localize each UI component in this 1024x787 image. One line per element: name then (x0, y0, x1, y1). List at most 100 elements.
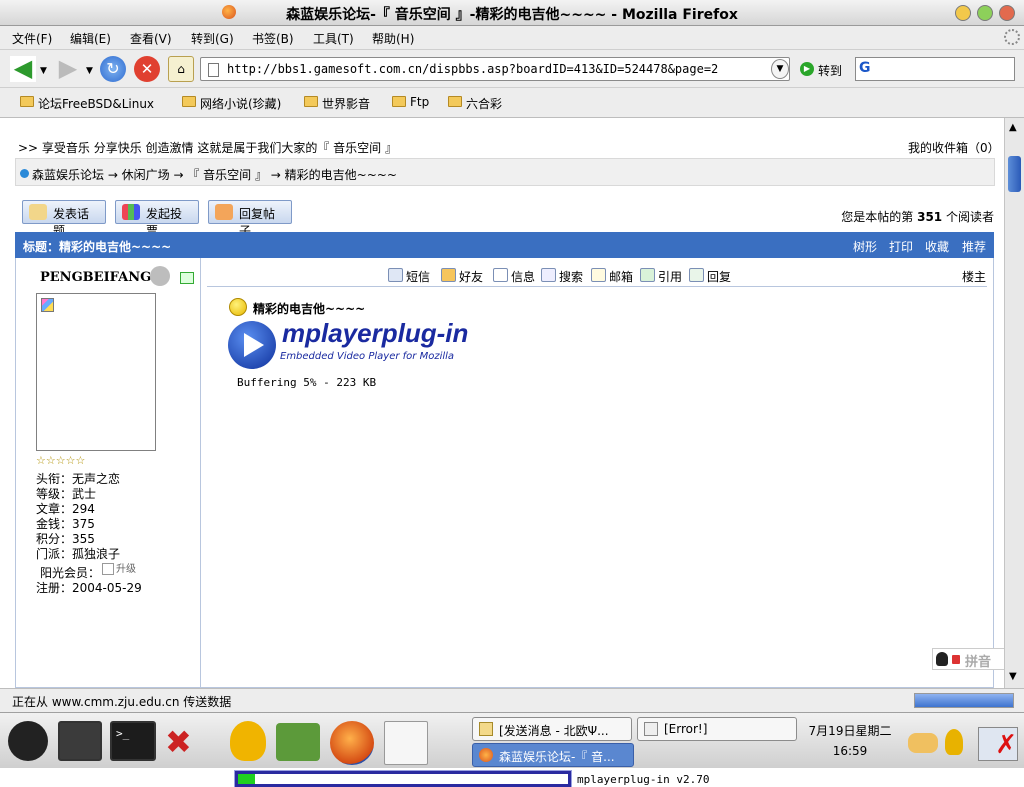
ime-indicator[interactable]: 拼音 (932, 648, 1006, 670)
mail-icon (591, 268, 606, 282)
vertical-scrollbar[interactable]: ▲ ▼ (1004, 118, 1024, 688)
back-icon[interactable]: ◀ (10, 56, 36, 82)
post-title: 标题：精彩的电吉他~~~~ (23, 240, 172, 254)
reply-post-button[interactable]: 回复帖子 (208, 200, 292, 238)
go-button[interactable]: 转到 (818, 62, 842, 79)
tree-view-link[interactable]: 树形 (853, 238, 877, 255)
sms-tool[interactable]: 短信 (388, 268, 430, 285)
post-header: 标题：精彩的电吉他~~~~ 树形 打印 收藏 推荐 (15, 232, 994, 258)
recommend-link[interactable]: 推荐 (962, 238, 986, 255)
buffer-progress-bar (235, 771, 571, 787)
close-button[interactable] (999, 5, 1015, 21)
reader-count: 您是本帖的第 351 个阅读者 (841, 208, 994, 225)
author-name[interactable]: PENGBEIFANG (40, 270, 151, 285)
slogan: >> 享受音乐 分享快乐 创造激情 这就是属于我们大家的『 音乐空间 』 (18, 141, 397, 155)
window-title: 森蓝娱乐论坛-『 音乐空间 』-精彩的电吉他~~~~ - Mozilla Fir… (286, 7, 738, 23)
reload-icon[interactable]: ↻ (100, 56, 126, 82)
message-icon (479, 722, 493, 736)
scroll-thumb[interactable] (1008, 156, 1021, 192)
taskbar: >_ ✖ [发送消息 - 北欧Ψ... [Error!] 森蓝娱乐论坛-『 音.… (0, 712, 1024, 768)
breadcrumb-text[interactable]: 森蓝娱乐论坛 → 休闲广场 → 『 音乐空间 』 → 精彩的电吉他~~~~ (32, 166, 397, 183)
task-error[interactable]: [Error!] (637, 717, 797, 741)
new-poll-button[interactable]: 发起投票 (115, 200, 199, 238)
firefox-launcher-icon[interactable] (330, 721, 374, 765)
search-icon (541, 268, 556, 282)
home-icon[interactable]: ⌂ (168, 56, 194, 82)
friend-tool[interactable]: 好友 (441, 268, 483, 285)
menu-file[interactable]: 文件(F) (12, 30, 52, 47)
tool-label: 信息 (511, 270, 536, 284)
forward-dropdown-icon[interactable]: ▼ (86, 66, 93, 76)
users-icon[interactable] (908, 733, 938, 753)
search-input[interactable]: G (855, 57, 1015, 81)
plugin-logo-title: mplayerplug-in (282, 318, 469, 348)
folder-icon (392, 96, 406, 107)
print-link[interactable]: 打印 (889, 238, 913, 255)
go-icon[interactable]: ▶ (800, 62, 814, 76)
menu-edit[interactable]: 编辑(E) (70, 30, 111, 47)
terminal-icon[interactable]: >_ (110, 721, 156, 761)
folder-icon (304, 96, 318, 107)
bookmark-item[interactable]: 论坛FreeBSD&Linux (20, 95, 154, 112)
favorite-link[interactable]: 收藏 (925, 238, 949, 255)
mailbox-tool[interactable]: 邮箱 (591, 268, 633, 285)
gnome-foot-icon[interactable] (8, 721, 48, 761)
firefox-icon (479, 748, 493, 762)
url-dropdown-icon[interactable]: ▼ (771, 59, 789, 79)
system-monitor-icon[interactable] (58, 721, 102, 761)
bookmark-item[interactable]: 世界影音 (304, 95, 370, 112)
dictionary-icon[interactable] (276, 723, 320, 761)
forward-icon[interactable]: ▶ (55, 56, 81, 82)
show-desktop-icon[interactable]: ✗ (978, 727, 1018, 761)
media-player[interactable]: mplayerplug-in Embedded Video Player for… (226, 318, 996, 787)
chart-icon (122, 204, 140, 220)
scroll-down-icon[interactable]: ▼ (1009, 671, 1017, 682)
menu-help[interactable]: 帮助(H) (372, 30, 414, 47)
info-tool[interactable]: 信息 (493, 268, 535, 285)
menu-bookmarks[interactable]: 书签(B) (252, 30, 294, 47)
upgrade-link[interactable]: 升级 (102, 560, 136, 575)
bookmarks-toolbar: 论坛FreeBSD&Linux 网络小说(珍藏) 世界影音 Ftp 六合彩 (0, 88, 1024, 118)
minimize-button[interactable] (955, 5, 971, 21)
status-bar: 正在从 www.cmm.zju.edu.cn 传送数据 (0, 688, 1024, 712)
page-icon (208, 63, 219, 77)
back-dropdown-icon[interactable]: ▼ (40, 66, 47, 76)
new-topic-button[interactable]: 发表话题 (22, 200, 106, 238)
stop-icon[interactable]: ✕ (134, 56, 160, 82)
bookmark-item[interactable]: 六合彩 (448, 95, 502, 112)
reply-icon (215, 204, 233, 220)
task-label: [发送消息 - 北欧Ψ... (499, 724, 609, 738)
messenger-icon[interactable] (230, 721, 266, 761)
online-status-icon (180, 272, 194, 284)
text-editor-icon[interactable] (384, 721, 428, 765)
clock[interactable]: 7月19日星期二 16:59 (800, 721, 900, 761)
menu-tools[interactable]: 工具(T) (313, 30, 354, 47)
bookmark-item[interactable]: Ftp (392, 95, 429, 109)
reply-tool[interactable]: 回复 (689, 268, 731, 285)
buddy-icon[interactable] (945, 729, 963, 755)
app-launcher-icon[interactable]: ✖ (165, 723, 211, 761)
task-send-message[interactable]: [发送消息 - 北欧Ψ... (472, 717, 632, 741)
bookmark-item[interactable]: 网络小说(珍藏) (182, 95, 281, 112)
quote-icon (640, 268, 655, 282)
search-tool[interactable]: 搜索 (541, 268, 583, 285)
tool-label: 短信 (406, 270, 431, 284)
inbox-link[interactable]: 我的收件箱（0） (908, 139, 1000, 156)
bookmark-label: 世界影音 (322, 97, 371, 111)
folder-icon (448, 96, 462, 107)
scroll-up-icon[interactable]: ▲ (1009, 122, 1017, 133)
clock-date: 7月19日星期二 (808, 724, 892, 738)
tool-label: 邮箱 (609, 270, 634, 284)
lock-icon (952, 655, 960, 664)
menu-go[interactable]: 转到(G) (191, 30, 234, 47)
maximize-button[interactable] (977, 5, 993, 21)
google-icon[interactable]: G (859, 60, 871, 76)
window-titlebar[interactable]: 森蓝娱乐论坛-『 音乐空间 』-精彩的电吉他~~~~ - Mozilla Fir… (0, 0, 1024, 26)
quote-tool[interactable]: 引用 (640, 268, 682, 285)
avatar (36, 293, 156, 451)
plugin-logo-subtitle: Embedded Video Player for Mozilla (280, 351, 455, 362)
task-firefox[interactable]: 森蓝娱乐论坛-『 音... (472, 743, 634, 767)
menu-view[interactable]: 查看(V) (130, 30, 172, 47)
url-input[interactable]: http://bbs1.gamesoft.com.cn/dispbbs.asp?… (200, 57, 790, 81)
clock-time: 16:59 (832, 744, 868, 758)
